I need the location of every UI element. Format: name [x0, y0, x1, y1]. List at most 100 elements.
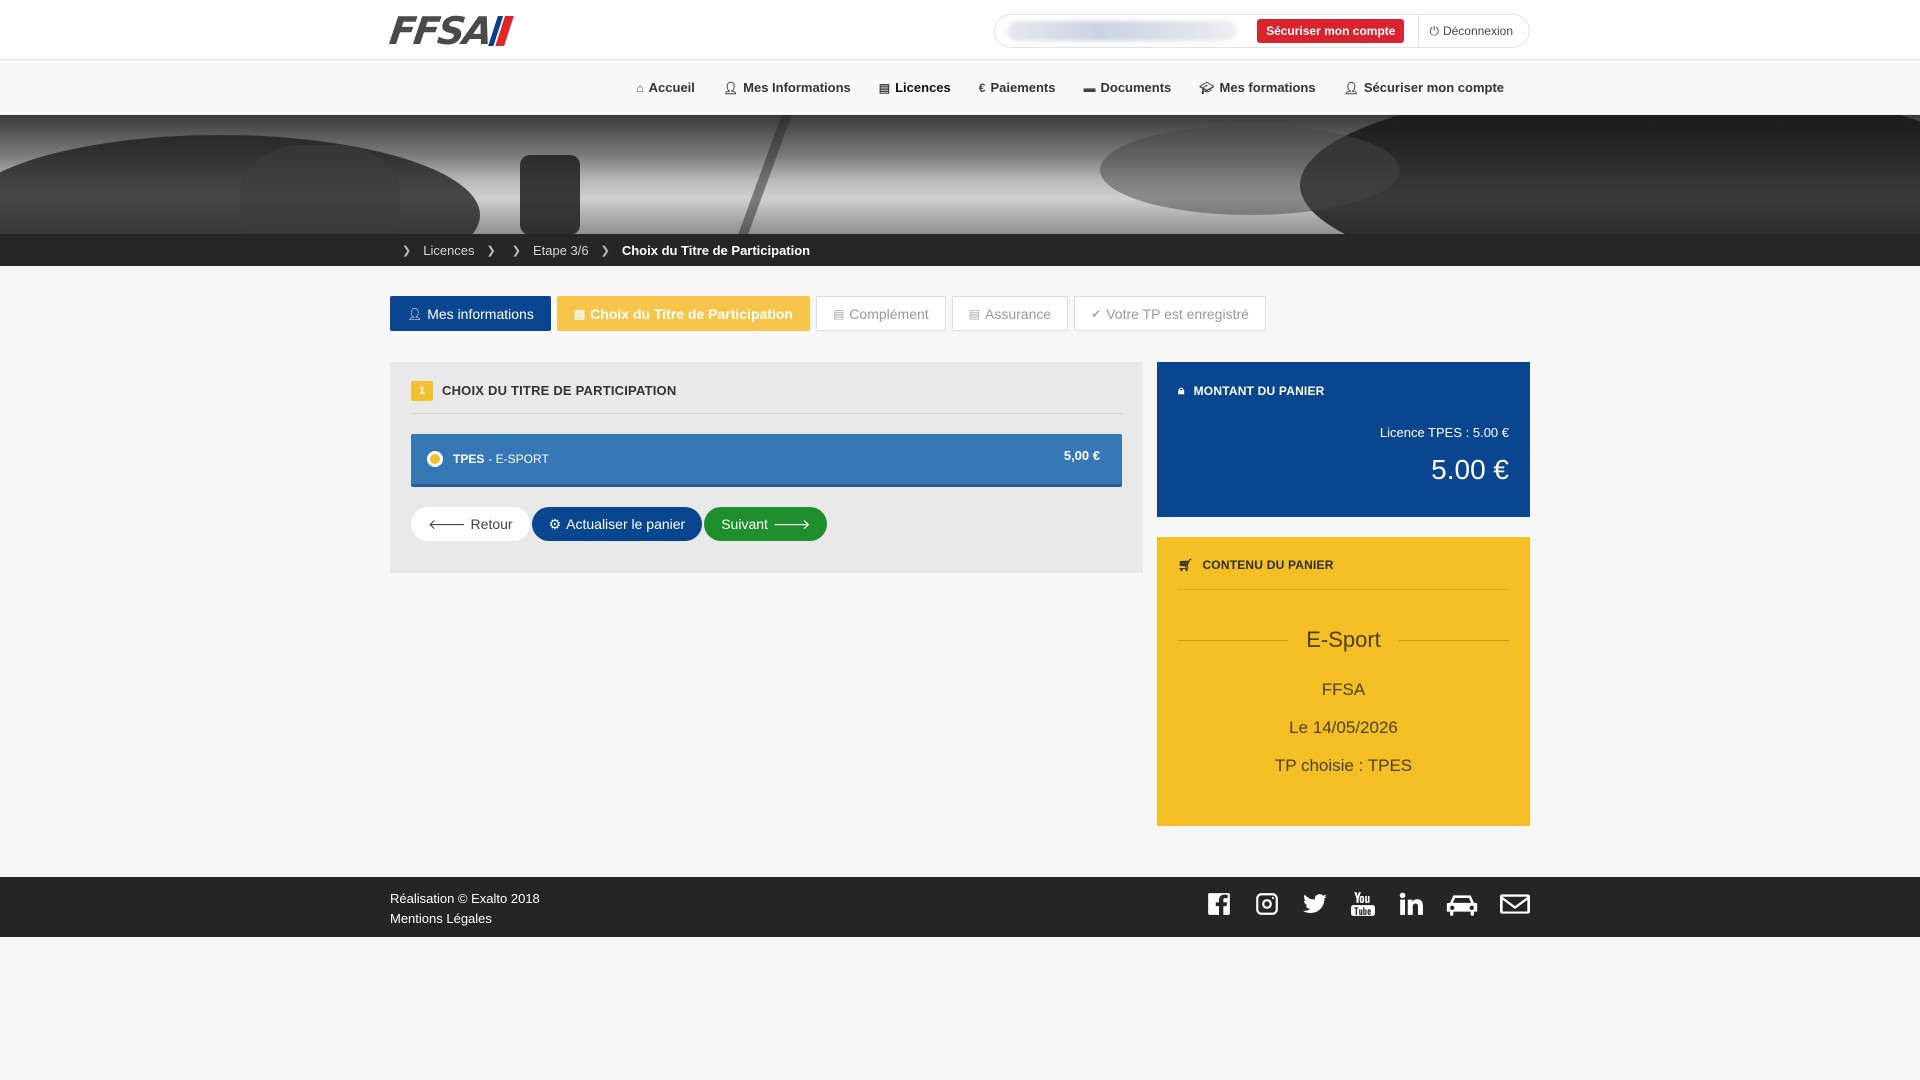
nav-label: Licences	[895, 80, 951, 95]
step-label: Assurance	[985, 305, 1052, 322]
twitter-icon[interactable]	[1302, 891, 1328, 917]
step-label: Choix du Titre de Participation	[590, 305, 793, 322]
breadcrumb-current: Choix du Titre de Participation	[621, 242, 811, 258]
check-circle-icon: ✔	[1091, 306, 1102, 321]
facebook-icon[interactable]	[1206, 891, 1232, 917]
id-card-icon: ▤	[573, 306, 586, 321]
nav-label: Mes formations	[1219, 80, 1316, 95]
nav-item-accueil[interactable]: ⌂ Accueil	[636, 80, 695, 95]
step-label: Complément	[849, 305, 929, 322]
linkedin-icon[interactable]	[1398, 891, 1424, 917]
instagram-icon[interactable]	[1254, 891, 1280, 917]
nav-item-licences[interactable]: ▤ Licences	[879, 80, 951, 95]
nav-label: Mes Informations	[743, 80, 851, 95]
panel-actions: 🡐 Retour ⚙ Actualiser le panier Suivant …	[411, 507, 828, 541]
cart-content-title: CONTENU DU PANIER	[1202, 558, 1334, 572]
breadcrumb-licences[interactable]: Licences	[423, 243, 474, 258]
step-choix-titre[interactable]: ▤ Choix du Titre de Participation	[556, 296, 810, 331]
secure-account-button[interactable]: Sécuriser mon compte	[1257, 19, 1405, 43]
wizard-steps: 👤︎ Mes informations ▤ Choix du Titre de …	[390, 296, 1266, 331]
footer-text: Réalisation © Exalto 2018 Mentions Légal…	[390, 889, 540, 929]
shopping-bag-icon: 🔒︎	[1178, 383, 1185, 397]
nav-item-mes-informations[interactable]: 👤︎ Mes Informations	[723, 80, 851, 95]
card-header: 🔒︎ MONTANT DU PANIER	[1178, 383, 1325, 398]
breadcrumb-etape[interactable]: Etape 3/6	[533, 243, 589, 258]
step-assurance: ▤ Assurance	[951, 296, 1069, 331]
gear-icon: ⚙	[548, 515, 562, 532]
cart-item-title-row: E-Sport	[1178, 627, 1509, 653]
chevron-right-icon: ❯	[486, 244, 496, 257]
top-bar: FFSA Sécuriser mon compte ⏻ Déconnexion	[0, 0, 1920, 60]
participation-panel: 1 CHOIX DU TITRE DE PARTICIPATION TPES -…	[390, 362, 1143, 573]
footer-credit[interactable]: Réalisation © Exalto 2018	[390, 889, 540, 909]
logo-text: FFSA	[386, 9, 494, 53]
breadcrumb: ❯ Licences ❯ ❯ Etape 3/6 ❯ Choix du Titr…	[398, 234, 810, 266]
step-mes-informations[interactable]: 👤︎ Mes informations	[390, 296, 551, 331]
cart-total-title: MONTANT DU PANIER	[1193, 383, 1325, 398]
arrow-left-icon: 🡐	[428, 515, 466, 532]
next-label: Suivant	[721, 516, 768, 532]
chevron-right-icon: ❯	[600, 244, 610, 257]
cart-item-org: FFSA	[1321, 680, 1366, 699]
graduation-cap-icon: 🎓︎	[1199, 80, 1215, 95]
option-label: - E-SPORT	[488, 452, 549, 466]
nav-label: Documents	[1100, 80, 1172, 95]
home-icon: ⌂	[636, 80, 644, 95]
id-card-icon: ▤	[878, 80, 891, 95]
car-icon[interactable]	[1446, 891, 1478, 917]
nav-label: Sécuriser mon compte	[1363, 80, 1504, 95]
nav-item-securiser[interactable]: 👤︎ Sécuriser mon compte	[1344, 80, 1504, 95]
divider	[1178, 589, 1509, 590]
refresh-label: Actualiser le panier	[566, 516, 686, 532]
next-button[interactable]: Suivant 🡒	[704, 507, 828, 541]
chevron-right-icon: ❯	[402, 244, 412, 257]
nav-label: Paiements	[990, 80, 1056, 95]
nav-item-documents[interactable]: ▬ Documents	[1084, 80, 1172, 95]
folder-icon: ▬	[1083, 80, 1096, 95]
chevron-right-icon: ❯	[511, 244, 521, 257]
nav-item-mes-formations[interactable]: 🎓︎ Mes formations	[1199, 80, 1315, 95]
hero-banner	[0, 115, 1920, 234]
back-button[interactable]: 🡐 Retour	[411, 507, 530, 541]
option-code: TPES	[453, 452, 485, 466]
euro-icon: €	[978, 80, 986, 95]
youtube-icon[interactable]	[1350, 891, 1376, 917]
option-radio[interactable]	[427, 451, 443, 467]
nav-label: Accueil	[648, 80, 695, 95]
cart-icon: 🛒︎	[1178, 558, 1194, 572]
step-label: Mes informations	[427, 305, 534, 322]
user-icon: 👤︎	[722, 80, 739, 95]
step-tp-enregistre: ✔ Votre TP est enregistré	[1074, 296, 1266, 331]
id-card-icon: ▤	[832, 306, 845, 321]
option-price: 5,00 €	[1063, 447, 1100, 463]
ffsa-logo[interactable]: FFSA	[387, 9, 514, 53]
power-icon: ⏻	[1429, 23, 1439, 38]
arrow-right-icon: 🡒	[772, 515, 811, 532]
logout-button[interactable]: ⏻ Déconnexion	[1429, 24, 1525, 39]
option-tpes[interactable]: TPES - E-SPORT 5,00 €	[411, 434, 1122, 487]
step-complement: ▤ Complément	[815, 296, 946, 331]
cart-item-date: Le 14/05/2026	[1289, 718, 1398, 737]
breadcrumb-bar: ❯ Licences ❯ ❯ Etape 3/6 ❯ Choix du Titr…	[0, 234, 1920, 266]
footer-legal-link[interactable]: Mentions Légales	[390, 909, 540, 929]
cart-content-card: 🛒︎ CONTENU DU PANIER E-Sport FFSA Le 14/…	[1157, 537, 1530, 826]
main-nav: ⌂ Accueil 👤︎ Mes Informations ▤ Licences…	[0, 60, 1920, 115]
nav-item-paiements[interactable]: € Paiements	[979, 80, 1056, 95]
id-card-icon: ▤	[968, 306, 981, 321]
refresh-cart-button[interactable]: ⚙ Actualiser le panier	[531, 507, 703, 541]
panel-title: CHOIX DU TITRE DE PARTICIPATION	[442, 383, 677, 398]
logout-label: Déconnexion	[1442, 24, 1513, 38]
footer: Réalisation © Exalto 2018 Mentions Légal…	[0, 877, 1920, 937]
cart-total-line: Licence TPES : 5.00 €	[1379, 425, 1509, 440]
step-number-badge: 1	[411, 381, 433, 401]
cart-item-title: E-Sport	[1306, 627, 1381, 652]
divider	[1418, 14, 1420, 48]
social-links	[1206, 891, 1530, 917]
account-area: Sécuriser mon compte ⏻ Déconnexion	[994, 14, 1530, 48]
user-icon: 👤︎	[1343, 80, 1359, 95]
back-label: Retour	[470, 516, 513, 532]
card-header: 🛒︎ CONTENU DU PANIER	[1178, 558, 1334, 572]
mail-icon[interactable]	[1500, 891, 1530, 917]
cart-item-tp: TP choisie : TPES	[1274, 756, 1413, 775]
user-icon: 👤︎	[407, 306, 423, 321]
